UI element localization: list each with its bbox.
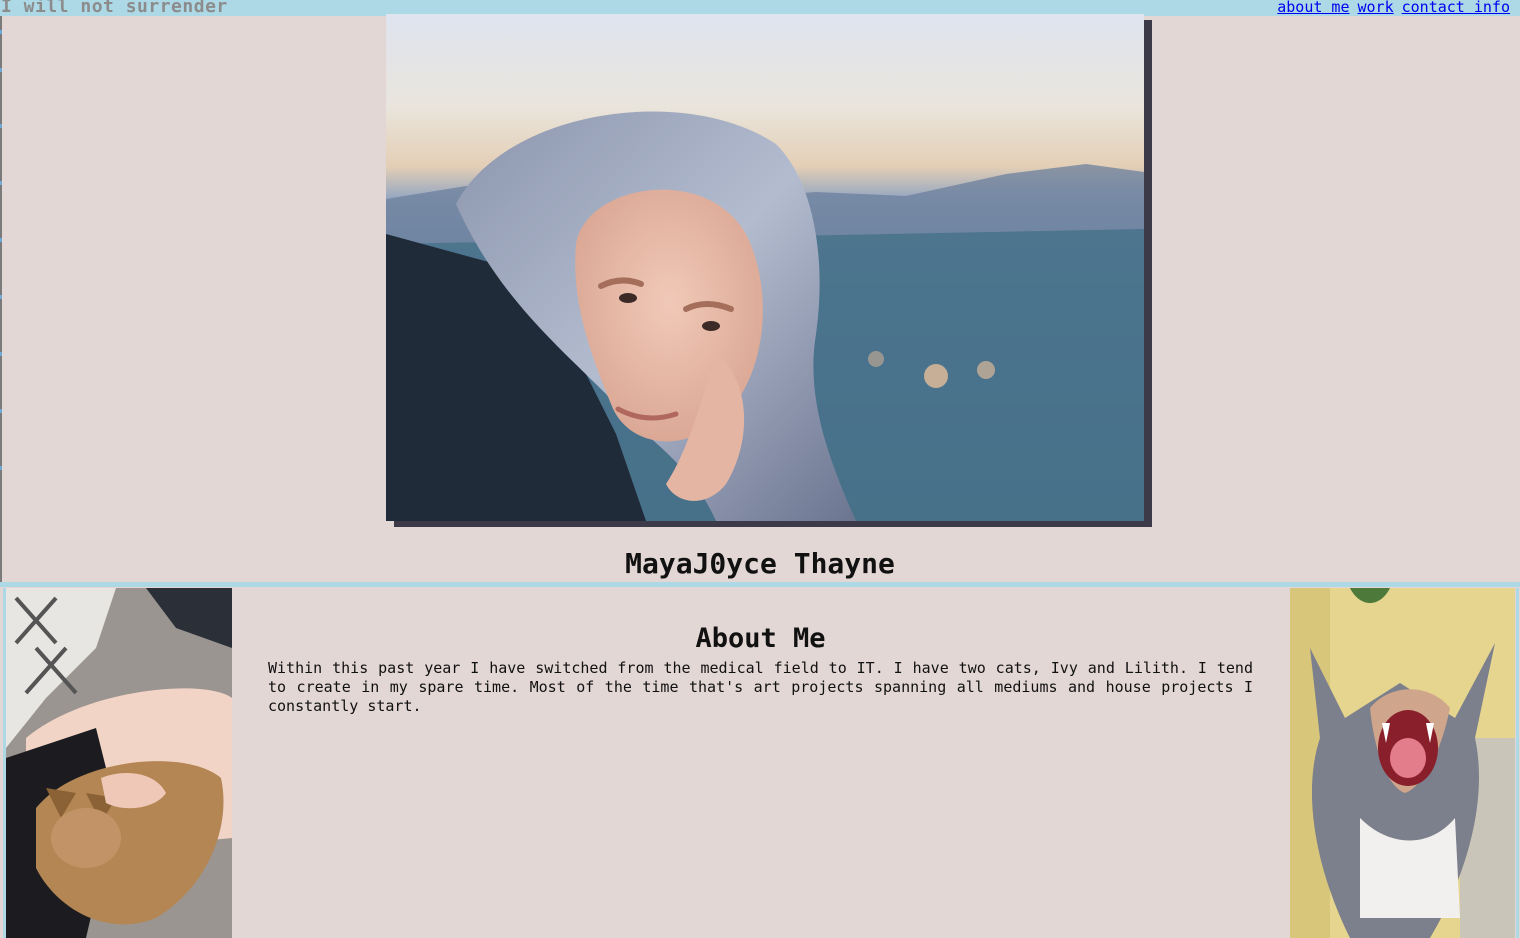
profile-name: MayaJ0yce Thayne (625, 547, 895, 580)
right-side-line (1516, 588, 1519, 938)
section-divider (0, 582, 1520, 587)
profile-photo (386, 14, 1144, 521)
profile-photo-image (386, 14, 1144, 521)
cat-photo-right-image (1290, 588, 1515, 938)
nav-link-about-me[interactable]: about me (1277, 0, 1349, 16)
cat-photo-right (1290, 588, 1515, 938)
about-me-heading: About Me (695, 623, 826, 654)
nav-link-contact-info[interactable]: contact info (1402, 0, 1510, 16)
nav-link-work[interactable]: work (1358, 0, 1394, 16)
cat-photo-left (6, 588, 232, 938)
cat-photo-left-image (6, 588, 232, 938)
site-tagline: I will not surrender (1, 0, 228, 16)
left-border (0, 16, 2, 586)
about-me-text: Within this past year I have switched fr… (268, 659, 1253, 715)
top-nav: about me work contact info (1269, 0, 1510, 16)
